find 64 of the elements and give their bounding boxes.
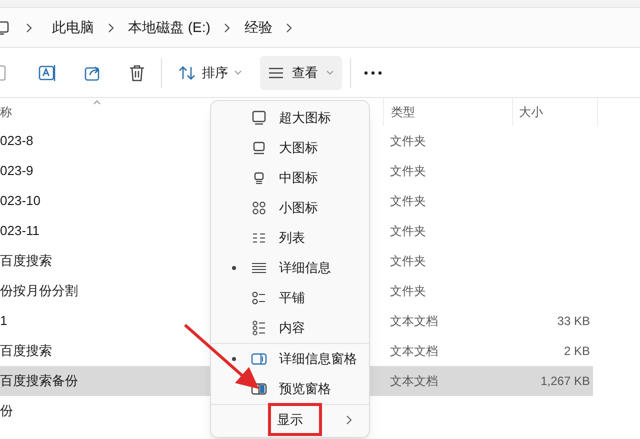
menu-item[interactable]: 平铺 — [215, 283, 365, 313]
chevron-right-icon — [106, 22, 116, 34]
details-lines-icon — [268, 66, 284, 78]
column-header[interactable]: 类型 — [391, 103, 415, 121]
menu-item[interactable]: 内容 — [215, 313, 365, 343]
menu-item[interactable]: 预览窗格 — [215, 374, 365, 404]
menu-item[interactable]: 详细信息 — [215, 253, 365, 283]
file-name[interactable]: 百度搜索 — [0, 246, 210, 276]
file-name[interactable]: 023-8 — [0, 126, 210, 156]
details-view-icon — [251, 260, 267, 276]
menu-item[interactable]: 中图标 — [215, 163, 365, 193]
file-type: 文件夹 — [389, 253, 427, 270]
caret-down-icon — [326, 70, 334, 76]
file-size: 1,267 KB — [512, 366, 593, 396]
chevron-right-icon — [222, 22, 232, 34]
file-type: 文本文档 — [389, 313, 439, 330]
small-icons-icon — [251, 200, 267, 216]
file-type: 文件夹 — [389, 223, 427, 240]
file-type: 文件夹 — [389, 163, 427, 180]
chevron-right-icon — [24, 22, 34, 34]
file-size: 2 KB — [562, 343, 591, 360]
file-name[interactable]: 1 — [0, 306, 210, 336]
file-size: 33 KB — [556, 313, 591, 330]
file-type: 文件夹 — [389, 193, 427, 210]
sort-button[interactable]: 排序 — [170, 56, 250, 90]
file-name[interactable]: 份按月份分割 — [0, 276, 210, 306]
file-type: 文件夹 — [389, 283, 427, 300]
content-view-icon — [251, 320, 267, 336]
large-icons-icon — [251, 140, 267, 156]
file-type: 文本文档 — [370, 366, 512, 396]
file-name[interactable]: 百度搜索备份 — [0, 366, 210, 396]
more-icon[interactable] — [363, 70, 383, 76]
column-header[interactable]: 大小 — [519, 103, 543, 121]
menu-item[interactable]: 小图标 — [215, 193, 365, 223]
tiles-view-icon — [251, 290, 267, 306]
show-submenu-item[interactable]: 显示 — [215, 405, 365, 435]
menu-item[interactable]: 详细信息窗格 — [215, 344, 365, 374]
preview-pane-icon — [251, 381, 267, 397]
menu-item[interactable]: 超大图标 — [215, 103, 365, 133]
breadcrumb-item[interactable]: 经验 — [242, 17, 274, 38]
file-type: 文件夹 — [389, 133, 427, 150]
view-button[interactable]: 查看 — [260, 56, 342, 90]
sort-icon — [178, 64, 196, 80]
file-type: 文本文档 — [389, 343, 439, 360]
file-name[interactable]: 份 — [0, 396, 210, 426]
caret-down-icon — [234, 70, 242, 76]
delete-icon[interactable] — [129, 64, 145, 82]
monitor-icon — [0, 20, 10, 36]
share-icon[interactable] — [84, 64, 102, 82]
menu-item[interactable]: 大图标 — [215, 133, 365, 163]
chevron-right-icon — [345, 415, 353, 425]
menu-item[interactable]: 列表 — [215, 223, 365, 253]
rename-icon[interactable] — [38, 64, 56, 82]
sort-up-icon — [93, 100, 101, 105]
file-name[interactable]: 百度搜索 — [0, 336, 210, 366]
details-pane-icon — [251, 351, 267, 367]
chevron-right-icon — [284, 22, 294, 34]
file-name[interactable]: 023-9 — [0, 156, 210, 186]
column-header[interactable]: 称 — [0, 103, 12, 121]
file-name[interactable]: 023-10 — [0, 186, 210, 216]
breadcrumb-item[interactable]: 本地磁盘 (E:) — [126, 17, 212, 38]
file-name[interactable]: 023-11 — [0, 216, 210, 246]
breadcrumb-item[interactable]: 此电脑 — [50, 17, 96, 38]
extra-large-icons-icon — [251, 110, 267, 126]
